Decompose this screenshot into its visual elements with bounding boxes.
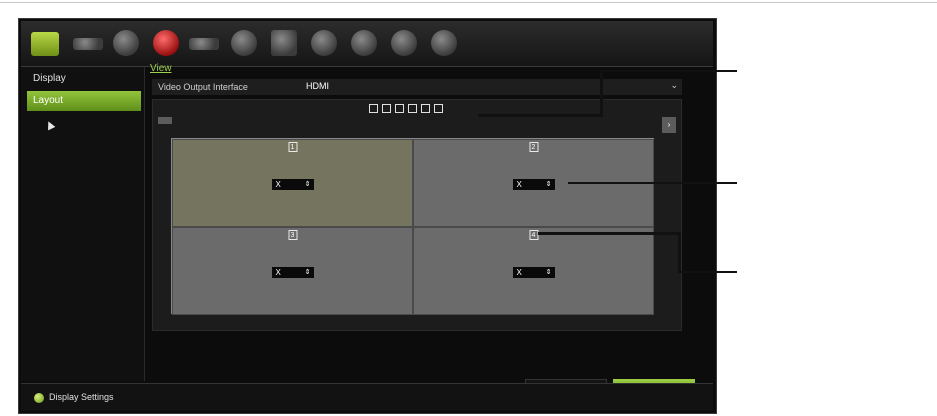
status-text: Display Settings: [49, 392, 114, 402]
info-icon[interactable]: [351, 30, 377, 56]
display-icon[interactable]: [31, 32, 59, 56]
sidebar-item-layout[interactable]: Layout: [27, 91, 141, 111]
page-top-rule: [0, 2, 937, 3]
status-indicator-icon: [34, 393, 44, 403]
video-output-label: Video Output Interface: [158, 82, 248, 92]
cell-number: 1: [288, 142, 297, 152]
spinner-icon[interactable]: ⇕: [546, 179, 552, 190]
previous-page-button[interactable]: [158, 117, 172, 124]
cell-number: 2: [529, 142, 538, 152]
next-page-button[interactable]: ›: [662, 117, 676, 133]
dvr-window: Display Layout View Video Output Interfa…: [18, 18, 717, 414]
main-panel: View Video Output Interface HDMI ⌄ › 1 X…: [147, 63, 713, 395]
mouse-cursor: [44, 119, 56, 131]
camera-select[interactable]: X ⇕: [512, 179, 555, 190]
camera-icon[interactable]: [73, 38, 103, 50]
callout-line: [600, 70, 603, 117]
tab-view[interactable]: View: [150, 63, 172, 74]
layout-grid: 1 X ⇕ 2 X ⇕ 3 X ⇕ 4 X ⇕: [171, 138, 654, 315]
sidebar: Display Layout: [21, 67, 145, 381]
callout-line: [478, 114, 602, 117]
camera-select[interactable]: X ⇕: [271, 267, 314, 278]
power-icon[interactable]: [431, 30, 457, 56]
device-icon[interactable]: [231, 30, 257, 56]
record-icon[interactable]: [153, 30, 179, 56]
network-icon[interactable]: [113, 30, 139, 56]
layout-cell[interactable]: 4 X ⇕: [413, 227, 654, 315]
spinner-icon[interactable]: ⇕: [305, 179, 311, 190]
sidebar-item-display[interactable]: Display: [27, 69, 141, 89]
layout-cell[interactable]: 3 X ⇕: [172, 227, 413, 315]
camera-select[interactable]: X ⇕: [271, 179, 314, 190]
layout-8-icon[interactable]: [408, 104, 417, 113]
layout-panel: › 1 X ⇕ 2 X ⇕ 3 X ⇕ 4 X ⇕: [152, 99, 682, 331]
camera-select[interactable]: X ⇕: [512, 267, 555, 278]
video-output-value[interactable]: HDMI: [306, 81, 329, 91]
camera-select-value: X: [516, 268, 522, 277]
camera-select-value: X: [516, 180, 522, 189]
chevron-down-icon[interactable]: ⌄: [670, 80, 678, 91]
storage-icon[interactable]: [271, 30, 297, 56]
alarm-icon[interactable]: [189, 38, 219, 50]
layout-9-icon[interactable]: [421, 104, 430, 113]
layout-16-icon[interactable]: [434, 104, 443, 113]
layout-4-icon[interactable]: [382, 104, 391, 113]
status-bar: Display Settings: [21, 383, 713, 411]
camera-select-value: X: [275, 268, 281, 277]
help-icon[interactable]: [391, 30, 417, 56]
spinner-icon[interactable]: ⇕: [305, 267, 311, 278]
cell-number: 3: [288, 230, 297, 240]
cell-number: 4: [529, 230, 538, 240]
callout-line: [678, 271, 737, 273]
layout-1-icon[interactable]: [369, 104, 378, 113]
layout-6-icon[interactable]: [395, 104, 404, 113]
layout-cell[interactable]: 1 X ⇕: [172, 139, 413, 227]
user-icon[interactable]: [311, 30, 337, 56]
main-toolbar: [21, 21, 713, 67]
layout-mode-selector: [369, 104, 447, 116]
camera-select-value: X: [275, 180, 281, 189]
callout-line: [600, 70, 737, 72]
spinner-icon[interactable]: ⇕: [546, 267, 552, 278]
callout-line: [568, 182, 737, 184]
callout-line: [538, 232, 680, 235]
callout-line: [678, 232, 681, 273]
